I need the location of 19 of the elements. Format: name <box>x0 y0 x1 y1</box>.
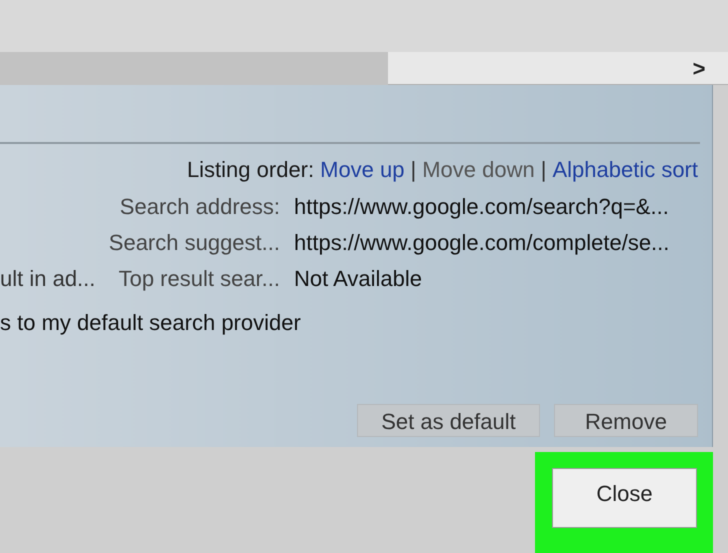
field-label: Top result sear... <box>118 265 280 293</box>
field-value: Not Available <box>294 266 422 291</box>
scrollbar[interactable]: > <box>0 52 728 85</box>
link[interactable]: Move up <box>320 156 405 184</box>
field-label: ult in ad... <box>0 266 96 291</box>
option-text: s to my default search provider <box>0 309 302 337</box>
link[interactable]: Alphabetic sort <box>552 156 698 184</box>
field-value: https://www.google.com/complete/se... <box>294 230 670 255</box>
button[interactable]: Remove <box>554 404 698 437</box>
scroll-right-button[interactable]: > <box>684 52 714 85</box>
field-label: Search address: <box>120 193 280 221</box>
separator: | <box>540 156 546 184</box>
separator: | <box>410 156 416 184</box>
listing-order-label: Listing order: <box>186 156 314 184</box>
close-button[interactable]: Close <box>552 468 697 528</box>
field-value: https://www.google.com/search?q=&... <box>294 194 669 219</box>
scrollbar-thumb[interactable] <box>0 52 388 85</box>
button[interactable]: Set as default <box>357 404 540 437</box>
field-label: Search suggest... <box>108 229 280 257</box>
